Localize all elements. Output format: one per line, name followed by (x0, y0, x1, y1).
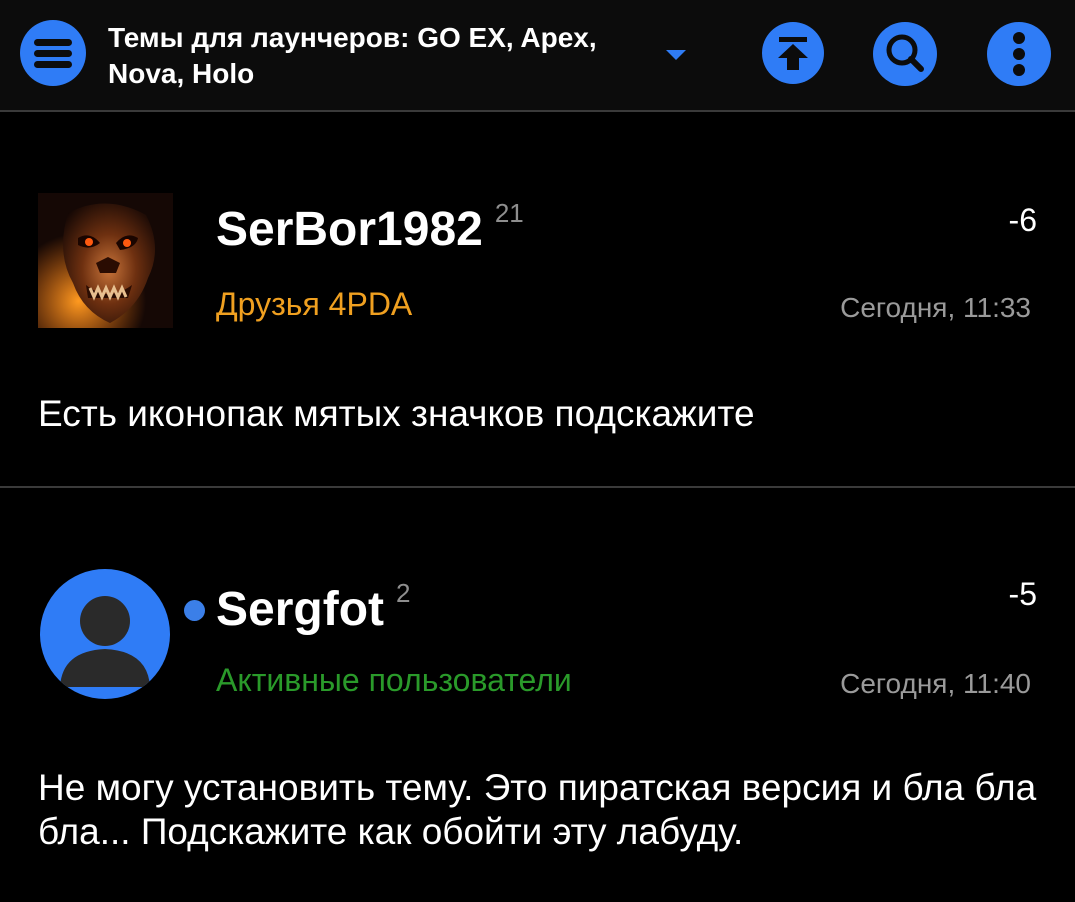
post-item: Sergfot 2 Активные пользователи -5 Сегодн… (0, 488, 1075, 902)
search-button[interactable] (873, 22, 937, 86)
post-score[interactable]: -6 (1009, 200, 1037, 240)
default-user-avatar (60, 596, 150, 687)
username[interactable]: SerBor1982 21 (216, 200, 524, 258)
more-options-button[interactable] (987, 22, 1051, 86)
avatar[interactable] (38, 193, 173, 328)
menu-button[interactable] (20, 20, 86, 86)
user-group: Друзья 4PDA (216, 286, 413, 322)
search-icon (873, 22, 937, 86)
online-status-indicator (184, 600, 205, 621)
reputation-count[interactable]: 21 (495, 198, 524, 228)
post-score[interactable]: -5 (1009, 574, 1037, 614)
post-text: Не могу установить тему. Это пиратская в… (38, 767, 1037, 852)
post-time: Сегодня, 11:40 (840, 668, 1031, 699)
username-text: SerBor1982 (216, 203, 483, 256)
demon-skull-avatar (38, 193, 173, 328)
topic-title[interactable]: Темы для лаунчеров: GO EX, Apex, Nova, H… (108, 20, 648, 92)
username-text: Sergfot (216, 583, 384, 636)
hamburger-icon (20, 20, 86, 86)
arrow-up-to-top-icon (762, 22, 824, 84)
post-text: Есть иконопак мятых значков подскажите (38, 393, 755, 434)
more-vertical-icon (987, 22, 1051, 86)
caret-down-icon[interactable] (664, 48, 688, 62)
user-group: Активные пользователи (216, 662, 572, 698)
post-item: SerBor1982 21 Друзья 4PDA -6 Сегодня, 11:… (0, 112, 1075, 488)
scroll-top-button[interactable] (762, 22, 824, 84)
avatar[interactable] (40, 569, 170, 699)
top-app-bar: Темы для лаунчеров: GO EX, Apex, Nova, H… (0, 0, 1075, 112)
reputation-count[interactable]: 2 (396, 578, 410, 608)
username[interactable]: Sergfot 2 (216, 580, 410, 638)
post-time: Сегодня, 11:33 (840, 292, 1031, 323)
